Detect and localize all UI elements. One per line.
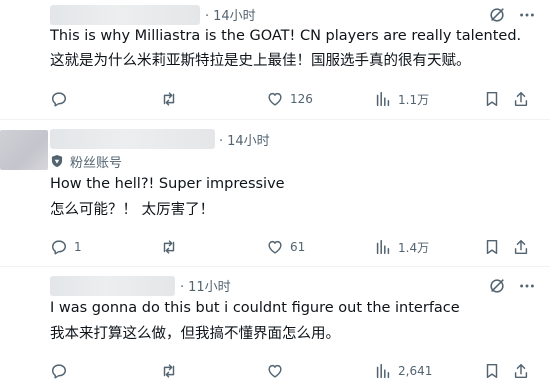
repost-button[interactable] xyxy=(160,236,178,258)
tweet-text-line-1: How the hell?! Super impressive xyxy=(50,176,285,192)
share-icon xyxy=(514,363,528,379)
reply-button[interactable] xyxy=(50,360,68,382)
fan-badge-icon xyxy=(51,155,63,167)
bookmark-button[interactable] xyxy=(483,88,501,110)
tweet-text-line-2: 这就是为什么米莉亚斯特拉是史上最佳！国服选手真的很有天赋。 xyxy=(50,53,471,69)
reply-tweet-3[interactable]: · 11小时 I was gonna do this but i couldnt … xyxy=(0,267,550,387)
like-button[interactable]: 126 xyxy=(266,88,313,110)
like-button[interactable] xyxy=(266,360,284,382)
author-name-redacted xyxy=(50,129,215,149)
author-name-redacted xyxy=(50,5,200,25)
bookmark-icon xyxy=(486,239,498,255)
bookmark-icon xyxy=(486,363,498,379)
tweet-text-line-1: I was gonna do this but i couldnt figure… xyxy=(50,300,460,316)
heart-icon xyxy=(268,364,282,378)
bookmark-button[interactable] xyxy=(483,236,501,258)
share-button[interactable] xyxy=(512,236,530,258)
reply-button[interactable] xyxy=(50,88,68,110)
heart-icon xyxy=(268,240,282,254)
views-button[interactable]: 1.4万 xyxy=(374,236,429,258)
grok-icon[interactable] xyxy=(488,277,506,295)
share-icon xyxy=(514,91,528,107)
fan-account-badge: 粉丝账号 xyxy=(50,152,123,171)
views-icon xyxy=(376,239,390,255)
bookmark-button[interactable] xyxy=(483,360,501,382)
view-count: 1.1万 xyxy=(398,92,430,107)
like-count: 61 xyxy=(290,240,306,254)
repost-icon xyxy=(163,92,175,106)
repost-icon xyxy=(163,240,175,254)
view-count: 1.4万 xyxy=(398,240,430,255)
reply-icon xyxy=(51,364,67,379)
author-name-redacted xyxy=(50,276,175,296)
more-icon[interactable] xyxy=(518,6,536,24)
tweet-text-line-2: 怎么可能？！ 太厉害了！ xyxy=(50,202,215,218)
repost-button[interactable] xyxy=(160,88,178,110)
reply-feed: · 14小时 This is why Milliastra is the GOAT… xyxy=(0,0,550,387)
tweet-top-actions xyxy=(488,276,536,296)
tweet-top-actions xyxy=(488,5,536,25)
reply-icon xyxy=(51,240,67,255)
tweet-action-bar: 126 1.1万 xyxy=(0,88,550,110)
reply-icon xyxy=(51,92,67,107)
views-icon xyxy=(376,91,390,107)
tweet-text-line-2: 我本来打算这么做，但我搞不懂界面怎么用。 xyxy=(50,326,340,342)
views-button[interactable]: 1.1万 xyxy=(374,88,429,110)
views-icon xyxy=(376,363,390,379)
share-button[interactable] xyxy=(512,88,530,110)
tweet-action-bar: 1 61 1.4万 xyxy=(0,236,550,258)
share-icon xyxy=(514,239,528,255)
repost-icon xyxy=(163,364,175,378)
share-button[interactable] xyxy=(512,360,530,382)
bookmark-icon xyxy=(486,91,498,107)
more-icon[interactable] xyxy=(518,277,536,295)
view-count: 2,641 xyxy=(398,364,433,378)
tweet-timestamp[interactable]: · 11小时 xyxy=(180,276,231,296)
tweet-text-line-1: This is why Milliastra is the GOAT! CN p… xyxy=(50,28,522,44)
reply-count: 1 xyxy=(74,240,82,254)
repost-button[interactable] xyxy=(160,360,178,382)
like-button[interactable]: 61 xyxy=(266,236,305,258)
fan-badge-label: 粉丝账号 xyxy=(70,155,123,171)
views-button[interactable]: 2,641 xyxy=(374,360,432,382)
reply-tweet-1[interactable]: · 14小时 This is why Milliastra is the GOAT… xyxy=(0,0,550,120)
tweet-timestamp[interactable]: · 14小时 xyxy=(219,130,270,150)
avatar-redacted xyxy=(0,130,48,170)
tweet-action-bar: 2,641 xyxy=(0,360,550,382)
grok-icon[interactable] xyxy=(488,6,506,24)
reply-button[interactable]: 1 xyxy=(50,236,82,258)
heart-icon xyxy=(268,92,282,106)
tweet-timestamp[interactable]: · 14小时 xyxy=(205,5,256,25)
reply-tweet-2[interactable]: · 14小时 粉丝账号 How the hell?! Super impressi… xyxy=(0,120,550,266)
like-count: 126 xyxy=(290,92,313,106)
